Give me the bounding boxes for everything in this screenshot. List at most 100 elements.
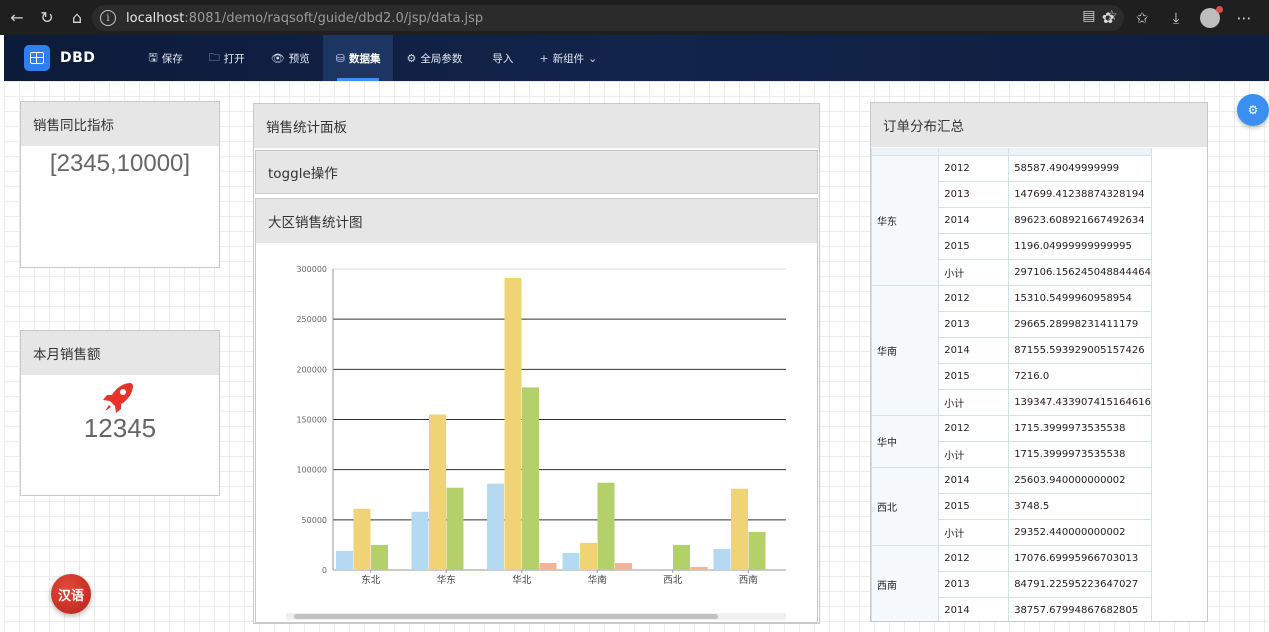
- reload-icon[interactable]: ↻: [32, 3, 62, 33]
- amount-cell: 1196.04999999999995: [1008, 233, 1152, 260]
- plus-icon: +: [539, 51, 549, 65]
- amount-cell: 17076.69995966703013: [1008, 545, 1152, 572]
- toolbar-item-label: 全局参数: [420, 52, 463, 65]
- table-row: 西南 2012 17076.69995966703013: [871, 545, 1152, 621]
- bar: [487, 483, 504, 570]
- year-cell: 2015: [938, 363, 1010, 390]
- bar: [690, 566, 708, 570]
- toolbar-item-1[interactable]: 🗀 打开: [196, 35, 258, 81]
- amount-cell: 58587.49049999999: [1008, 155, 1152, 182]
- y-tick-label: 250000: [296, 315, 327, 324]
- url-text: localhost:8081/demo/raqsoft/guide/dbd2.0…: [126, 10, 484, 26]
- amount-cell: 29352.440000000002: [1008, 519, 1152, 546]
- horizontal-scrollbar[interactable]: [286, 613, 786, 620]
- rocket-icon: [103, 383, 133, 413]
- year-cell: 2014: [938, 597, 1010, 621]
- table-header: 发货年: [938, 148, 1010, 156]
- language-button[interactable]: 汉语: [51, 574, 91, 614]
- toolbar-item-label: 新组件: [552, 52, 585, 65]
- home-icon[interactable]: ⌂: [62, 3, 92, 33]
- region-chart-panel[interactable]: 大区销售统计图 0 50000 100000 150000 200000 250000 30…: [255, 198, 818, 623]
- y-tick-label: 200000: [296, 365, 327, 374]
- region-cell: 西北: [871, 467, 940, 546]
- toolbar-item-label: 导入: [492, 52, 514, 65]
- y-tick-label: 150000: [296, 416, 327, 425]
- bar: [353, 508, 371, 570]
- address-bar[interactable]: i localhost:8081/demo/raqsoft/guide/dbd2…: [92, 5, 1124, 31]
- order-summary-panel[interactable]: 订单分布汇总 货主地区发货年订单金额 华东201258587.490499999…: [870, 102, 1208, 622]
- toolbar-item-0[interactable]: 🖫 保存: [135, 35, 195, 81]
- amount-cell: 1715.3999973535538: [1008, 415, 1152, 442]
- download-icon[interactable]: ⤓: [1161, 3, 1191, 33]
- toolbar-item-5[interactable]: 导入: [479, 35, 526, 81]
- save-icon: 🖫: [148, 50, 158, 64]
- more-menu-icon[interactable]: ⋯: [1229, 3, 1259, 33]
- bar: [464, 568, 481, 570]
- toolbar-item-label: 预览: [288, 52, 310, 65]
- bar: [748, 531, 766, 570]
- toggle-panel[interactable]: toggle操作: [255, 150, 818, 194]
- y-tick-label: 0: [322, 566, 327, 575]
- site-info-icon[interactable]: i: [100, 10, 116, 26]
- month-sales-value: 12345: [83, 413, 157, 443]
- year-cell: 2013: [938, 311, 1010, 338]
- bar: [673, 544, 690, 570]
- bar: [371, 544, 388, 570]
- amount-cell: 38757.67994867682805: [1008, 597, 1152, 621]
- bar: [429, 414, 446, 570]
- panel-title: 大区销售统计图: [256, 199, 817, 243]
- bar: [336, 550, 353, 570]
- amount-cell: 147699.41238874328194: [1008, 181, 1152, 208]
- back-icon[interactable]: ←: [2, 3, 32, 33]
- extensions-icon[interactable]: ✿: [1093, 3, 1123, 33]
- table-row: 华南 2012 15310.5499960958954: [871, 285, 1152, 416]
- database-icon: ⛁: [335, 51, 345, 65]
- y-tick-label: 100000: [296, 466, 327, 475]
- amount-cell: 29665.28998231411179: [1008, 311, 1152, 338]
- table-header: 订单金额: [1008, 148, 1152, 156]
- browser-toolbar: ← ↻ ⌂ i localhost:8081/demo/raqsoft/guid…: [0, 0, 1269, 35]
- bar: [411, 511, 429, 570]
- amount-cell: 25603.940000000002: [1008, 467, 1152, 494]
- order-table-viewport[interactable]: 货主地区发货年订单金额 华东201258587.4904999999920131…: [871, 148, 1152, 621]
- app-name: DBD: [60, 50, 96, 66]
- yoy-metric-panel[interactable]: 销售同比指标 [2345,10000]: [20, 101, 220, 268]
- toolbar-item-label: 保存: [161, 52, 183, 65]
- bar: [539, 562, 557, 570]
- amount-cell: 7216.0: [1008, 363, 1152, 390]
- year-cell: 2012: [938, 285, 1010, 312]
- settings-fab[interactable]: ⚙: [1237, 94, 1269, 126]
- year-cell: 2014: [938, 337, 1010, 364]
- toolbar-item-3[interactable]: ⛁ 数据集: [322, 35, 394, 81]
- toolbar-item-2[interactable]: 👁 预览: [258, 35, 323, 81]
- year-cell: 2015: [938, 233, 1010, 260]
- toolbar-item-4[interactable]: ⚙ 全局参数: [393, 35, 475, 81]
- x-tick-label: 西北: [663, 575, 683, 586]
- scrollbar-thumb[interactable]: [294, 614, 718, 619]
- region-cell: 华南: [871, 285, 940, 416]
- profile-avatar[interactable]: [1195, 3, 1225, 33]
- toolbar-item-label: 数据集: [348, 52, 381, 65]
- panel-title: 本月销售额: [21, 331, 219, 375]
- gear-icon: ⚙: [406, 51, 417, 65]
- x-tick-label: 西南: [739, 574, 758, 586]
- amount-cell: 15310.5499960958954: [1008, 285, 1152, 312]
- sales-stats-panel[interactable]: 销售统计面板 toggle操作 大区销售统计图 0 50000 100000 1500…: [253, 103, 820, 624]
- bar: [731, 488, 748, 570]
- region-cell: 华中: [871, 415, 940, 468]
- panel-title: 销售统计面板: [254, 104, 819, 148]
- year-cell: 2012: [938, 155, 1010, 182]
- toolbar-item-label: 打开: [223, 52, 245, 65]
- chevron-down-icon: ⌄: [588, 51, 598, 65]
- app-toolbar: DBD 🖫 保存 🗀 打开 👁 预览 ⛁ 数据集 ⚙ 全局参数 导入 + 新组件 ⌄: [4, 35, 1269, 81]
- toolbar-item-6[interactable]: + 新组件 ⌄: [526, 35, 610, 81]
- table-row: 华中 2012 1715.3999973535538: [871, 415, 1152, 468]
- amount-cell: 89623.608921667492634: [1008, 207, 1152, 234]
- panel-title: 订单分布汇总: [871, 103, 1207, 147]
- favorites-icon[interactable]: ✩: [1127, 3, 1157, 33]
- bar: [713, 548, 731, 570]
- year-cell: 2012: [938, 545, 1010, 572]
- gear-icon: ⚙: [1247, 103, 1259, 117]
- month-sales-panel[interactable]: 本月销售额 12345: [20, 330, 220, 496]
- table-row: 西北 2014 25603.940000000002: [871, 467, 1152, 546]
